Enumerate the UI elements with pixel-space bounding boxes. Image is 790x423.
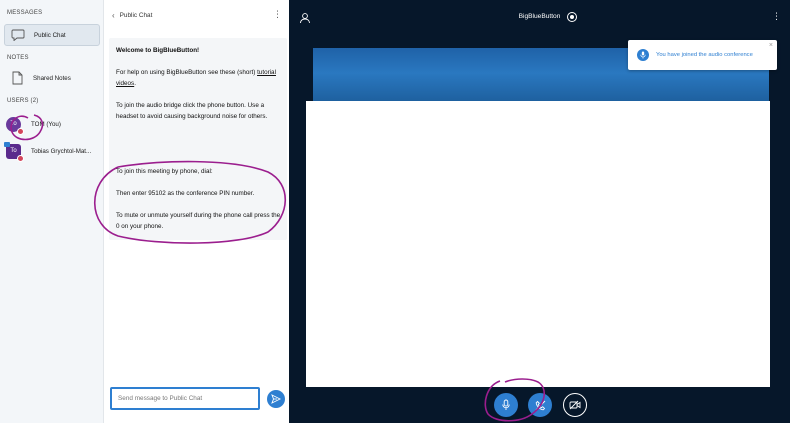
kebab-icon[interactable]: ⋮: [772, 11, 781, 21]
status-badge: [17, 154, 24, 162]
phone-pin-text: Then enter 95102 as the conference PIN n…: [116, 190, 255, 197]
presenter-icon: [4, 141, 10, 147]
phone-join-text: To join this meeting by phone, dial:: [116, 168, 213, 175]
sidebar-item-shared-notes[interactable]: Shared Notes: [4, 67, 100, 89]
avatar-initials: To: [10, 121, 17, 127]
send-icon: [271, 394, 281, 404]
shared-notes-label: Shared Notes: [33, 74, 71, 82]
close-icon[interactable]: ×: [769, 42, 773, 49]
chat-icon: [11, 28, 25, 42]
kebab-icon[interactable]: ⋮: [273, 9, 282, 19]
back-chevron-icon[interactable]: ‹: [112, 11, 115, 20]
microphone-button[interactable]: [494, 393, 518, 417]
share-camera-button[interactable]: [563, 393, 587, 417]
welcome-message: Welcome to BigBlueButton! For help on us…: [109, 38, 287, 240]
welcome-title: Welcome to BigBlueButton!: [116, 47, 200, 54]
help-text: For help on using BigBlueButton see thes…: [116, 69, 276, 87]
send-button[interactable]: [267, 390, 285, 408]
phone-mute-text: To mute or unmute yourself during the ph…: [116, 212, 281, 230]
notes-section-title: NOTES: [7, 55, 29, 61]
audio-bridge-text: To join the audio bridge click the phone…: [116, 102, 268, 120]
toast-message: You have joined the audio conference: [656, 52, 753, 58]
users-section-title: USERS (2): [7, 98, 39, 104]
notes-icon: [10, 71, 24, 85]
user-list-item[interactable]: To TOM (You): [6, 114, 102, 135]
meeting-title: BigBlueButton: [518, 13, 561, 20]
camera-icon: [569, 400, 581, 410]
microphone-icon: [502, 399, 510, 410]
user-name: TOM (You): [31, 120, 61, 128]
avatar: To: [4, 141, 24, 162]
chat-header: ‹ Public Chat ⋮: [112, 9, 282, 21]
sidebar: MESSAGES Public Chat NOTES Shared Notes …: [0, 0, 104, 423]
avatar-initials: To: [10, 148, 17, 154]
chat-title[interactable]: Public Chat: [120, 12, 153, 19]
presentation-slide: [306, 101, 770, 387]
user-list-item[interactable]: To Tobias Grychtol-Mat...: [4, 141, 102, 162]
status-badge: [17, 127, 24, 135]
public-chat-label: Public Chat: [34, 31, 66, 39]
avatar: To: [6, 116, 24, 135]
audio-joined-toast: You have joined the audio conference ×: [628, 40, 777, 70]
bigbluebutton-app: MESSAGES Public Chat NOTES Shared Notes …: [0, 0, 790, 423]
chat-panel: ‹ Public Chat ⋮ Welcome to BigBlueButton…: [105, 0, 289, 423]
user-name: Tobias Grychtol-Mat...: [31, 147, 92, 155]
messages-section-title: MESSAGES: [7, 10, 43, 16]
sidebar-item-public-chat[interactable]: Public Chat: [4, 24, 100, 46]
hangup-icon: [535, 400, 545, 410]
record-icon[interactable]: [567, 12, 577, 22]
chat-message-input[interactable]: Send message to Public Chat: [110, 387, 260, 410]
audio-icon: [637, 49, 649, 61]
leave-audio-button[interactable]: [528, 393, 552, 417]
